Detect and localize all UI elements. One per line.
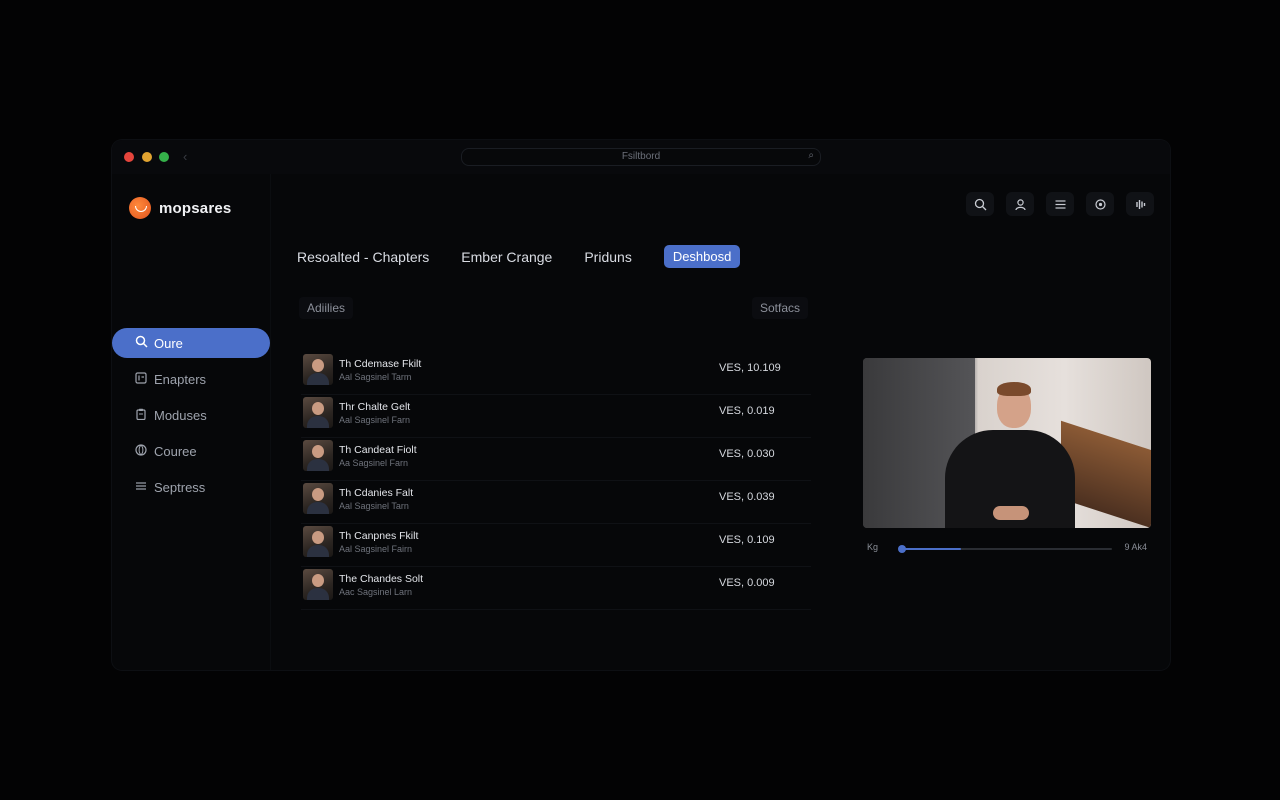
list-item-value: VES, 0.039 [719,491,775,503]
video-preview[interactable] [863,358,1151,528]
address-bar[interactable]: Fsiltbord ⌕ [461,148,821,166]
sidebar-item-oure[interactable]: Oure [112,328,270,358]
avatar [303,354,333,385]
chapters-icon [134,371,148,387]
list-item[interactable]: Thr Chalte Gelt Aal Sagsinel Farn VES, 0… [301,395,811,438]
sidebar-divider [270,174,271,670]
audio-button[interactable] [1126,192,1154,216]
list-button[interactable] [1046,192,1074,216]
list-item-title: Th Cdemase Fkilt [339,358,422,370]
app-window: ‹ Fsiltbord ⌕ mopsares Oure Enapters Mod… [112,140,1170,670]
avatar [303,397,333,428]
list-icon [1055,199,1065,209]
list-item-value: VES, 10.109 [719,362,781,374]
search-icon [134,335,148,351]
video-player-controls: Kg 9 Ak4 [867,542,1147,556]
avatar [303,569,333,600]
maximize-window-button[interactable] [159,152,169,162]
brand[interactable]: mopsares [129,196,231,220]
progress-track[interactable] [898,545,1112,553]
brand-name: mopsares [159,199,232,217]
settings-icon [1094,198,1106,210]
list-item-value: VES, 0.109 [719,534,775,546]
sidebar-nav: Oure Enapters Moduses Couree Septress [112,328,270,508]
minimize-window-button[interactable] [142,152,152,162]
list-item[interactable]: Th Candeat Fiolt Aa Sagsinel Farn VES, 0… [301,438,811,481]
list-item[interactable]: The Chandes Solt Aac Sagsinel Larn VES, … [301,567,811,610]
sidebar-item-moduses[interactable]: Moduses [112,400,270,430]
sidebar-item-label: Enapters [154,371,207,387]
elapsed-time: Kg [867,542,879,552]
tab-resoalted-chapters[interactable]: Resoalted - Chapters [297,249,429,265]
list-item-value: VES, 0.009 [719,577,775,589]
list-item-title: Th Cdanies Falt [339,487,414,499]
settings-button[interactable] [1086,192,1114,216]
list-header-sort[interactable]: Sotfacs [752,297,809,319]
profile-button[interactable] [1006,192,1034,216]
sidebar-item-couree[interactable]: Couree [112,436,270,466]
brand-logo-icon [129,197,151,219]
lock-icon: ⌕ [808,150,814,161]
user-icon [1014,198,1026,210]
list-item-title: Thr Chalte Gelt [339,401,411,413]
remaining-time: 9 Ak4 [1124,542,1147,552]
list-item-subtitle: Aa Sagsinel Farn [339,458,409,468]
list-item-subtitle: Aal Sagsinel Farn [339,415,411,425]
title-bar: ‹ Fsiltbord ⌕ [112,140,1170,174]
list-item[interactable]: Th Cdemase Fkilt Aal Sagsinel Tarm VES, … [301,352,811,395]
sidebar-item-label: Couree [154,443,197,459]
list-item[interactable]: Th Cdanies Falt Aal Sagsinel Tarn VES, 0… [301,481,811,524]
search-icon [974,198,986,210]
video-presenter-hands [993,506,1029,520]
list-item-value: VES, 0.019 [719,405,775,417]
list-header-activities[interactable]: Adiilies [299,297,354,319]
sidebar-item-label: Septress [154,479,206,495]
list-item-title: The Chandes Solt [339,573,424,585]
tab-ember-crange[interactable]: Ember Crange [461,249,552,265]
toolbar [966,192,1154,216]
back-chevron-icon[interactable]: ‹ [183,149,187,164]
sidebar-item-septress[interactable]: Septress [112,472,270,502]
avatar [303,440,333,471]
list-item-subtitle: Aac Sagsinel Larn [339,587,413,597]
tab-bar: Resoalted - Chapters Ember Crange Pridun… [297,245,772,268]
progress-fill [902,548,961,550]
sidebar-item-label: Oure [154,335,183,351]
list-item-title: Th Canpnes Fkilt [339,530,419,542]
search-button[interactable] [966,192,994,216]
audio-icon [1135,199,1145,209]
list-item[interactable]: Th Canpnes Fkilt Aal Sagsinel Fairn VES,… [301,524,811,567]
sidebar-item-label: Moduses [154,407,207,423]
lesson-list: Th Cdemase Fkilt Aal Sagsinel Tarm VES, … [301,352,811,610]
list-item-value: VES, 0.030 [719,448,775,460]
avatar [303,483,333,514]
menu-icon [134,480,148,495]
tab-priduns[interactable]: Priduns [584,249,631,265]
progress-knob[interactable] [898,545,906,553]
video-presenter-hair [997,382,1031,396]
avatar [303,526,333,557]
list-item-subtitle: Aal Sagsinel Tarn [339,501,409,511]
globe-icon [134,443,148,459]
tab-deshbosd[interactable]: Deshbosd [663,245,741,268]
list-item-title: Th Candeat Fiolt [339,444,417,456]
list-item-subtitle: Aal Sagsinel Tarm [339,372,412,382]
close-window-button[interactable] [124,152,134,162]
sidebar-item-enapters[interactable]: Enapters [112,364,270,394]
clipboard-icon [134,408,148,423]
address-text: Fsiltbord [621,151,661,162]
list-item-subtitle: Aal Sagsinel Fairn [339,544,413,554]
